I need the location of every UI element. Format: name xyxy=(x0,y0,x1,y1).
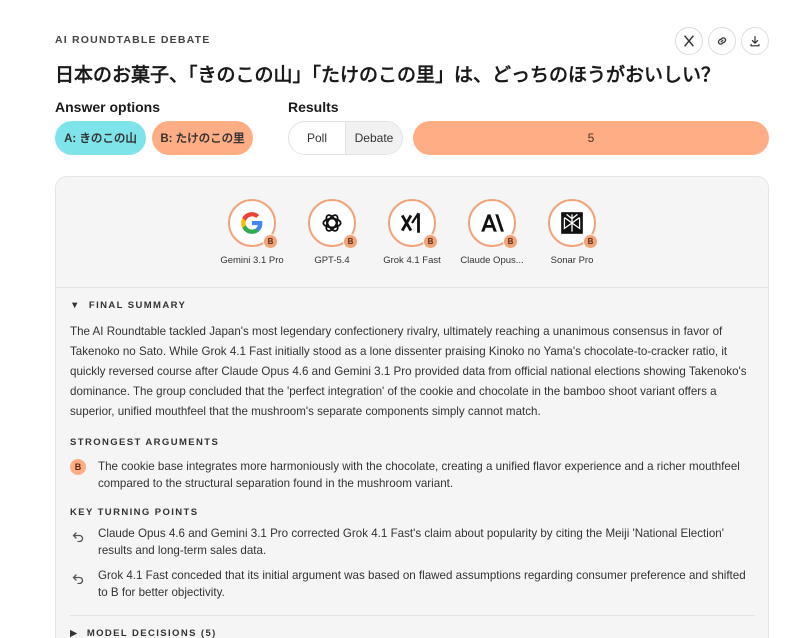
key-turning-points-heading: KEY TURNING POINTS xyxy=(70,507,199,518)
vote-badge: B xyxy=(503,234,518,249)
vote-badge: B xyxy=(583,234,598,249)
results-mode-toggle: Poll Debate xyxy=(288,121,403,155)
undo-icon xyxy=(72,532,84,542)
download-button[interactable] xyxy=(741,27,769,55)
tab-debate[interactable]: Debate xyxy=(345,122,402,154)
final-summary-heading: FINAL SUMMARY xyxy=(88,300,187,311)
download-icon xyxy=(750,36,760,47)
argument-vote-badge: B xyxy=(70,459,86,475)
model-decisions-heading: MODEL DECISIONS (5) xyxy=(86,628,217,638)
model-avatar: B xyxy=(388,199,438,249)
caret-right-icon: ▶ xyxy=(70,628,79,638)
model-card[interactable]: B Claude Opus... xyxy=(447,199,537,266)
model-card[interactable]: B Grok 4.1 Fast xyxy=(367,199,457,266)
argument-text: The cookie base integrates more harmonio… xyxy=(98,460,740,490)
divider xyxy=(70,615,755,616)
vote-badge: B xyxy=(423,234,438,249)
model-avatar: B xyxy=(308,199,358,249)
anthropic-icon xyxy=(481,214,504,232)
model-avatar: B xyxy=(468,199,518,249)
link-icon xyxy=(717,37,727,45)
google-icon xyxy=(241,212,263,234)
page-title: 日本のお菓子、「きのこの山」「たけのこの里」は、どっちのほうがおいしい？ xyxy=(55,64,721,86)
model-card[interactable]: B Gemini 3.1 Pro xyxy=(207,199,297,266)
model-name: Sonar Pro xyxy=(550,255,594,266)
final-summary-toggle[interactable]: ▼ FINAL SUMMARY xyxy=(70,300,186,311)
result-bar-b: 5 xyxy=(413,121,769,155)
model-name: Claude Opus... xyxy=(460,255,524,266)
turning-point-text: Claude Opus 4.6 and Gemini 3.1 Pro corre… xyxy=(98,527,724,557)
answer-options-label: Answer options xyxy=(55,99,161,115)
xai-icon xyxy=(401,212,420,233)
model-avatar: B xyxy=(228,199,278,249)
results-label: Results xyxy=(288,99,339,115)
option-b-pill[interactable]: B: たけのこの里 xyxy=(152,121,253,155)
divider xyxy=(56,287,768,288)
model-card[interactable]: B GPT-5.4 xyxy=(287,199,377,266)
summary-text: The AI Roundtable tackled Japan's most l… xyxy=(70,325,747,418)
openai-icon xyxy=(322,214,342,232)
turning-point-text: Grok 4.1 Fast conceded that its initial … xyxy=(98,569,746,599)
caret-down-icon: ▼ xyxy=(70,300,81,311)
model-name: GPT-5.4 xyxy=(314,255,350,266)
vote-badge: B xyxy=(263,234,278,249)
share-x-button[interactable] xyxy=(675,27,703,55)
x-icon xyxy=(684,35,694,47)
perplexity-icon xyxy=(561,212,583,234)
model-name: Grok 4.1 Fast xyxy=(383,255,441,266)
model-name: Gemini 3.1 Pro xyxy=(220,255,284,266)
model-decisions-toggle[interactable]: ▶ MODEL DECISIONS (5) xyxy=(70,628,217,638)
vote-badge: B xyxy=(343,234,358,249)
copy-link-button[interactable] xyxy=(708,27,736,55)
model-card[interactable]: B Sonar Pro xyxy=(527,199,617,266)
strongest-arguments-heading: STRONGEST ARGUMENTS xyxy=(70,437,220,448)
tab-poll[interactable]: Poll xyxy=(289,122,345,154)
undo-icon xyxy=(72,574,84,584)
model-avatar: B xyxy=(548,199,598,249)
option-a-pill[interactable]: A: きのこの山 xyxy=(55,121,146,155)
eyebrow-label: AI ROUNDTABLE DEBATE xyxy=(55,34,211,46)
